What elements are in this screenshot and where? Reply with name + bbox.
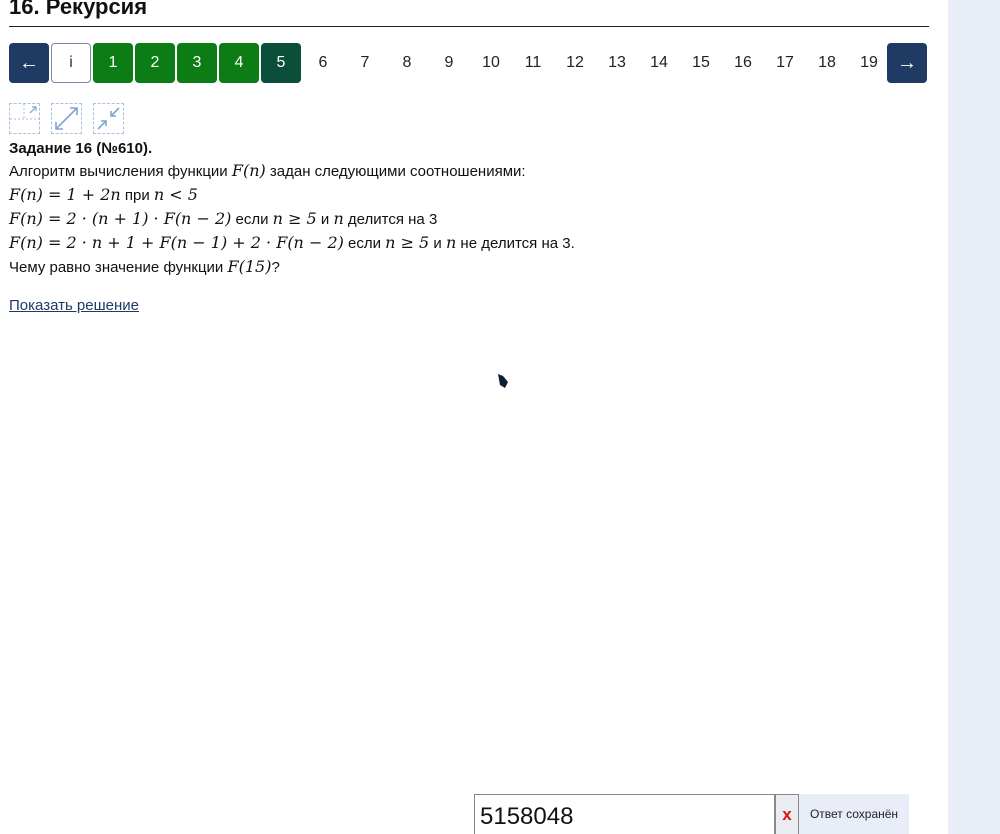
nav-task-19-button[interactable]: 19 [849,43,889,83]
nav-task-8-button[interactable]: 8 [387,43,427,83]
nav-task-9-button[interactable]: 9 [429,43,469,83]
nav-task-11-button[interactable]: 11 [513,43,553,83]
expand-icon[interactable] [51,103,82,134]
question-text-end: ? [271,259,280,276]
intro-text-end: задан следующими соотношениями: [265,163,526,180]
title-divider [9,26,929,27]
question-text: Чему равно значение функции [9,259,228,276]
rule-3-formula: F(n) = 2 · n + 1 + F(n − 1) + 2 · F(n − … [9,233,344,252]
mouse-cursor-icon [498,374,508,388]
nav-task-15-button[interactable]: 15 [681,43,721,83]
rule-1: F(n) = 1 + 2n при n < 5 [9,183,929,207]
right-side-panel [948,0,1000,834]
rule-1-condition: n < 5 [153,185,198,204]
prev-button[interactable]: ← [9,43,49,83]
nav-task-3-button[interactable]: 3 [177,43,217,83]
task-header: Задание 16 (№610). [9,140,153,157]
rule-2: F(n) = 2 · (n + 1) · F(n − 2) если n ≥ 5… [9,207,929,231]
collapse-icon[interactable] [93,103,124,134]
rule-3-variable: n [445,233,457,252]
answer-saved-status: Ответ сохранён [799,794,909,834]
rule-2-text: если [231,211,273,228]
nav-task-17-button[interactable]: 17 [765,43,805,83]
nav-task-16-button[interactable]: 16 [723,43,763,83]
rule-3-condition: n ≥ 5 [385,233,430,252]
rule-2-formula: F(n) = 2 · (n + 1) · F(n − 2) [9,209,232,228]
show-solution-link[interactable]: Показать решение [9,297,139,314]
rule-2-condition: n ≥ 5 [272,209,317,228]
intro-text: Алгоритм вычисления функции [9,163,232,180]
nav-task-4-button[interactable]: 4 [219,43,259,83]
rule-2-variable: n [333,209,344,228]
rule-3-text: если [343,235,386,252]
answer-input[interactable]: 5158048 [474,794,775,834]
rule-3-text-and: и [429,235,446,252]
nav-task-5-button-current[interactable]: 5 [261,43,301,83]
nav-task-2-button[interactable]: 2 [135,43,175,83]
clear-answer-button[interactable]: x [775,794,799,834]
question-formula: F(15) [227,257,272,276]
task-content: Задание 16 (№610). Алгоритм вычисления ф… [9,139,929,279]
task-intro: Алгоритм вычисления функции F(n) задан с… [9,159,929,183]
rule-2-text-end: делится на 3 [343,211,438,228]
nav-task-18-button[interactable]: 18 [807,43,847,83]
rule-2-text-and: и [316,211,334,228]
info-button[interactable]: i [51,43,91,83]
task-question: Чему равно значение функции F(15)? [9,255,929,279]
rule-3: F(n) = 2 · n + 1 + F(n − 1) + 2 · F(n − … [9,231,929,255]
expand-left-icon[interactable] [9,103,40,134]
page-title: 16. Рекурсия [9,0,148,19]
rule-1-text: при [120,187,154,204]
rule-3-text-end: не делится на 3. [456,235,575,252]
nav-task-12-button[interactable]: 12 [555,43,595,83]
nav-task-7-button[interactable]: 7 [345,43,385,83]
intro-formula: F(n) [231,161,266,180]
nav-task-6-button[interactable]: 6 [303,43,343,83]
nav-task-10-button[interactable]: 10 [471,43,511,83]
nav-task-14-button[interactable]: 14 [639,43,679,83]
nav-task-13-button[interactable]: 13 [597,43,637,83]
rule-1-formula: F(n) = 1 + 2n [9,185,121,204]
nav-task-1-button[interactable]: 1 [93,43,133,83]
next-button[interactable]: → [887,43,927,83]
